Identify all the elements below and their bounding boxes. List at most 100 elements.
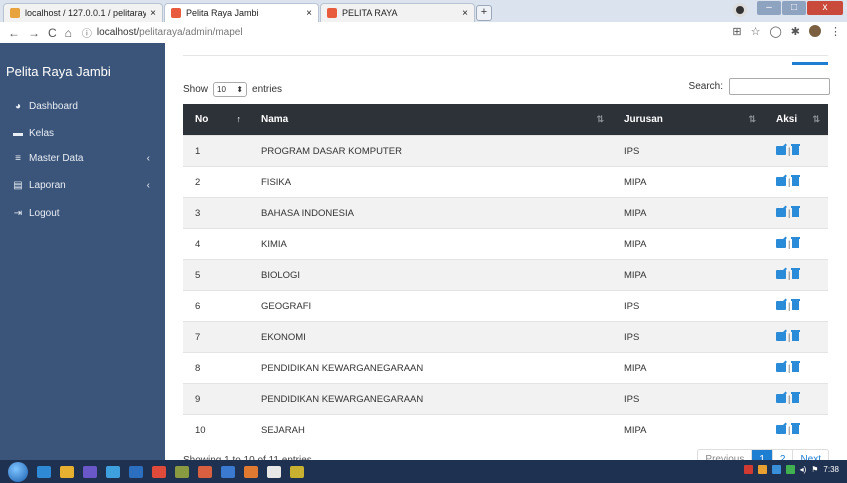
app-icon[interactable] xyxy=(198,465,212,478)
back-icon[interactable]: ← xyxy=(8,26,20,40)
entries-value: 10 xyxy=(217,85,226,94)
volume-icon[interactable]: ◂) xyxy=(800,465,807,474)
url-host: localhost/ xyxy=(96,27,140,38)
trash-icon[interactable] xyxy=(791,237,801,249)
trash-icon[interactable] xyxy=(791,144,801,156)
tab-pelita-raya-jambi[interactable]: Pelita Raya Jambi × xyxy=(164,3,319,22)
tab-phpmyadmin[interactable]: localhost / 127.0.0.1 / pelitaraya × xyxy=(3,3,163,22)
table-header-row: No ↑ Nama ⇅ Jurusan ⇅ Aksi ⇅ xyxy=(183,104,828,136)
maximize-icon[interactable]: □ xyxy=(782,1,806,15)
trash-icon[interactable] xyxy=(791,268,801,280)
extension-icon[interactable] xyxy=(733,3,747,17)
search-label: Search: xyxy=(688,81,723,92)
search-control: Search: xyxy=(689,78,830,95)
home-icon[interactable]: ⌂ xyxy=(65,26,72,40)
trash-icon[interactable] xyxy=(791,392,801,404)
table-row: 8 PENDIDIKAN KEWARGANEGARAAN MIPA | xyxy=(183,352,828,384)
table-row: 9 PENDIDIKAN KEWARGANEGARAAN IPS | xyxy=(183,383,828,415)
sidebar-item-laporan[interactable]: ▤ Laporan ‹ xyxy=(12,180,162,191)
chrome-icon[interactable] xyxy=(152,465,166,478)
tab-pelita-raya[interactable]: PELITA RAYA × xyxy=(320,3,475,22)
column-header-nama[interactable]: Nama ⇅ xyxy=(249,104,612,136)
cell-jurusan: MIPA xyxy=(612,228,764,260)
table-row: 7 EKONOMI IPS | xyxy=(183,321,828,353)
column-header-jurusan[interactable]: Jurusan ⇅ xyxy=(612,104,764,136)
app-icon[interactable] xyxy=(175,465,189,478)
trash-icon[interactable] xyxy=(791,423,801,435)
sidebar-item-logout[interactable]: ⇥ Logout xyxy=(12,208,162,219)
edit-icon[interactable] xyxy=(776,394,786,404)
cell-aksi: | xyxy=(764,383,828,415)
menu-dots-icon[interactable]: ⋮ xyxy=(830,25,841,38)
cell-no: 2 xyxy=(183,166,249,198)
sidebar-item-master-data[interactable]: ≡ Master Data ‹ xyxy=(12,153,162,164)
edit-icon[interactable] xyxy=(776,363,786,373)
column-header-aksi[interactable]: Aksi ⇅ xyxy=(764,104,828,136)
sync-icon[interactable]: ◯ xyxy=(769,25,781,38)
cell-aksi: | xyxy=(764,135,828,167)
minimize-icon[interactable]: – xyxy=(757,1,781,15)
cell-aksi: | xyxy=(764,290,828,322)
cell-no: 10 xyxy=(183,414,249,445)
translate-icon[interactable]: ⊞ xyxy=(732,25,741,38)
tray-icon[interactable] xyxy=(757,465,767,474)
trash-icon[interactable] xyxy=(791,361,801,373)
sidebar-brand[interactable]: Pelita Raya Jambi xyxy=(6,64,111,79)
forward-icon[interactable]: → xyxy=(28,26,40,40)
close-icon[interactable]: × xyxy=(150,8,156,19)
trash-icon[interactable] xyxy=(791,330,801,342)
star-icon[interactable]: ☆ xyxy=(751,25,761,38)
flag-icon[interactable]: ⚑ xyxy=(811,465,818,474)
cell-nama: BIOLOGI xyxy=(249,259,612,291)
app-icon[interactable] xyxy=(290,465,304,478)
cell-jurusan: MIPA xyxy=(612,259,764,291)
trash-icon[interactable] xyxy=(791,299,801,311)
trash-icon[interactable] xyxy=(791,206,801,218)
edit-icon[interactable] xyxy=(776,270,786,280)
reload-icon[interactable]: C xyxy=(48,26,57,40)
app-icon[interactable] xyxy=(106,465,120,478)
search-input[interactable] xyxy=(729,78,830,95)
edit-icon[interactable] xyxy=(776,301,786,311)
close-icon[interactable]: × xyxy=(306,8,312,19)
ie-icon[interactable] xyxy=(37,465,51,478)
new-tab-button[interactable]: + xyxy=(476,5,492,21)
mapel-table: No ↑ Nama ⇅ Jurusan ⇅ Aksi ⇅ 1 PROGRAM DASAR … xyxy=(183,104,828,445)
close-icon[interactable]: × xyxy=(462,8,468,19)
tray-icon[interactable] xyxy=(771,465,781,474)
column-header-no[interactable]: No ↑ xyxy=(183,104,249,136)
info-icon[interactable]: ⓘ xyxy=(82,25,92,40)
explorer-icon[interactable] xyxy=(60,465,74,478)
edit-icon[interactable] xyxy=(776,239,786,249)
tray-icon[interactable] xyxy=(785,465,795,474)
app-icon[interactable] xyxy=(221,465,235,478)
sidebar-item-kelas[interactable]: ▬ Kelas xyxy=(12,128,162,139)
edit-icon[interactable] xyxy=(776,208,786,218)
avatar[interactable] xyxy=(809,25,821,37)
cell-aksi: | xyxy=(764,166,828,198)
window-close-icon[interactable]: x xyxy=(807,1,843,15)
logout-icon: ⇥ xyxy=(13,208,23,219)
extensions-puzzle-icon[interactable]: ✱ xyxy=(791,25,800,38)
app-icon[interactable] xyxy=(244,465,258,478)
entries-label: entries xyxy=(252,84,283,95)
divider xyxy=(183,55,828,56)
url-field[interactable]: localhost/pelitaraya/admin/mapel xyxy=(97,27,243,38)
sidebar-item-dashboard[interactable]: ◕ Dashboard xyxy=(12,101,162,112)
tray-icon[interactable] xyxy=(743,465,753,474)
app-icon[interactable] xyxy=(83,465,97,478)
system-tray: ◂) ⚑ 7:38 xyxy=(743,465,839,474)
edit-icon[interactable] xyxy=(776,425,786,435)
app-icon[interactable] xyxy=(267,465,281,478)
start-button[interactable] xyxy=(8,461,28,482)
cell-jurusan: IPS xyxy=(612,383,764,415)
edit-icon[interactable] xyxy=(776,332,786,342)
edit-icon[interactable] xyxy=(776,146,786,156)
trash-icon[interactable] xyxy=(791,175,801,187)
app-icon[interactable] xyxy=(129,465,143,478)
entries-select[interactable]: 10 ⬍ xyxy=(213,82,248,97)
edit-icon[interactable] xyxy=(776,177,786,187)
add-button[interactable] xyxy=(792,48,828,65)
site-favicon-icon xyxy=(327,8,337,18)
clock[interactable]: 7:38 xyxy=(823,465,839,474)
